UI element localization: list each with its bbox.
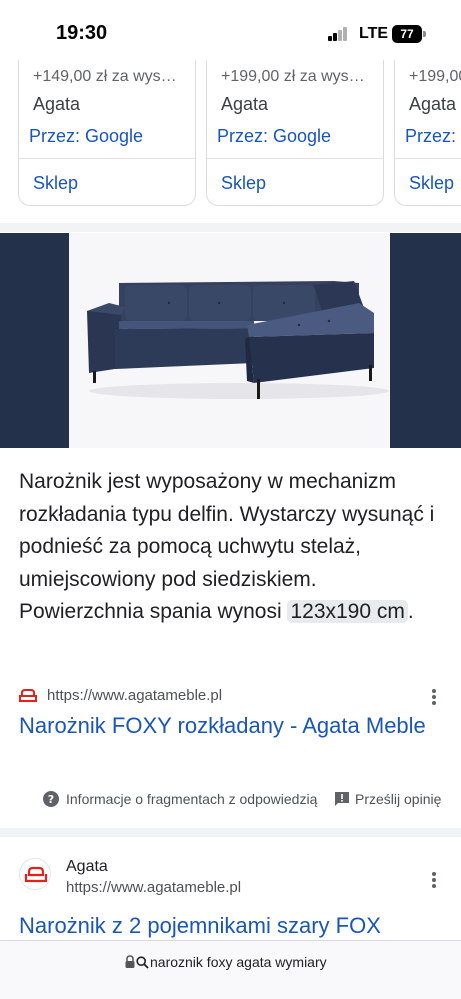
battery-icon: 77 (392, 25, 422, 43)
sofa-logo-icon (19, 689, 37, 702)
lock-icon (125, 955, 135, 968)
site-favicon (19, 858, 51, 890)
address-bar[interactable]: naroznik foxy agata wymiary (0, 940, 461, 999)
shopping-cards-carousel[interactable]: +149,00 zł za wys… Agata Przez: Google S… (0, 60, 461, 208)
feedback-row: ? Informacje o fragmentach z odpowiedzią… (43, 790, 453, 810)
shop-button[interactable]: Sklep (221, 173, 266, 194)
battery-cap (423, 31, 426, 37)
card-divider (395, 158, 461, 159)
result-title-link[interactable]: Narożnik z 2 pojemnikami szary FOX (19, 910, 439, 941)
shopping-card[interactable]: +199,00 Agata Przez: Sklep (394, 60, 461, 206)
shopping-card[interactable]: +149,00 zł za wys… Agata Przez: Google S… (18, 60, 196, 206)
site-name: Agata (66, 858, 108, 875)
feedback-icon (335, 792, 349, 806)
card-seller: Agata (409, 94, 457, 114)
source-url: https://www.agatameble.pl (47, 687, 223, 704)
snippet-text-end: . (407, 600, 414, 623)
sofa-photo (69, 233, 390, 448)
card-seller: Agata (221, 94, 269, 114)
status-time: 19:30 (56, 22, 108, 44)
snippet-title-link[interactable]: Narożnik FOXY rozkładany - Agata Meble (19, 710, 439, 741)
section-divider (0, 828, 461, 837)
featured-snippet-text: Narożnik jest wyposażony w mechanizm roz… (19, 466, 444, 629)
info-icon: ? (43, 791, 59, 807)
snippet-source[interactable]: https://www.agatameble.pl (19, 686, 449, 708)
card-divider (207, 158, 383, 159)
status-bar: 19:30 LTE 77 (0, 0, 461, 66)
snippet-highlight: 123x190 cm (287, 600, 408, 623)
card-price: +199,00 zł za wys… (221, 68, 365, 85)
card-seller: Agata (33, 94, 81, 114)
send-feedback-link[interactable]: Prześlij opinię (355, 791, 441, 807)
svg-text:?: ? (48, 793, 54, 806)
card-price: +199,00 (409, 68, 461, 85)
card-divider (19, 158, 195, 159)
search-icon (136, 956, 149, 969)
more-vert-icon[interactable] (426, 687, 442, 707)
card-price: +149,00 zł za wys… (33, 68, 177, 85)
search-query: naroznik foxy agata wymiary (150, 954, 327, 970)
section-divider (0, 223, 461, 232)
result-source[interactable]: Agata https://www.agatameble.pl (19, 858, 449, 898)
card-via-link[interactable]: Przez: (405, 126, 456, 147)
more-vert-icon[interactable] (426, 870, 442, 890)
card-via-link[interactable]: Przez: Google (29, 126, 143, 147)
signal-icon (328, 27, 348, 41)
site-url: https://www.agatameble.pl (66, 879, 242, 896)
about-snippets-link[interactable]: Informacje o fragmentach z odpowiedzią (66, 791, 317, 807)
sofa-logo-icon (24, 866, 48, 883)
shop-button[interactable]: Sklep (33, 173, 78, 194)
corner-sofa-illustration (87, 281, 389, 399)
shop-button[interactable]: Sklep (409, 173, 454, 194)
card-via-link[interactable]: Przez: Google (217, 126, 331, 147)
shopping-card[interactable]: +199,00 zł za wys… Agata Przez: Google S… (206, 60, 384, 206)
network-type: LTE (359, 25, 389, 42)
snippet-image[interactable] (0, 233, 461, 448)
